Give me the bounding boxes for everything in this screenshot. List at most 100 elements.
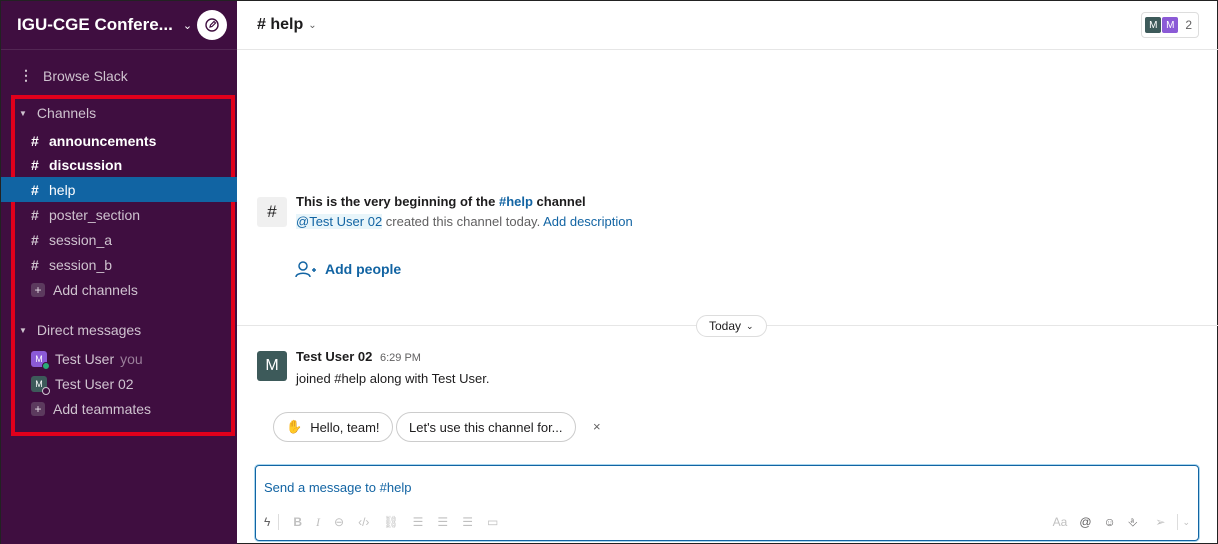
code-icon[interactable]: ‹/› bbox=[358, 515, 369, 529]
author-name[interactable]: Test User 02 bbox=[296, 349, 372, 364]
channel-label: announcements bbox=[49, 132, 157, 149]
bulleted-list-icon[interactable]: ☰ bbox=[437, 515, 448, 529]
message-composer[interactable]: Send a message to #help ϟ B I ⊖ ‹/› ⛓ ☰ … bbox=[255, 465, 1199, 541]
message-time[interactable]: 6:29 PM bbox=[380, 352, 421, 364]
workspace-header[interactable]: IGU-CGE Confere... ⌄ bbox=[1, 1, 237, 50]
channel-header: # help ⌄ M M 2 bbox=[237, 1, 1218, 50]
close-icon[interactable]: × bbox=[593, 419, 601, 434]
send-icon[interactable]: ➢ bbox=[1155, 515, 1165, 529]
sidebar: IGU-CGE Confere... ⌄ ⋮ Browse Slack ▼ Ch… bbox=[1, 1, 237, 544]
plus-icon: + bbox=[31, 401, 45, 416]
message-input[interactable]: Send a message to #help bbox=[264, 480, 411, 495]
avatar: M bbox=[31, 350, 50, 370]
channel-intro-title: This is the very beginning of the #help … bbox=[296, 194, 586, 209]
channels-header-label: Channels bbox=[36, 105, 97, 121]
intro-text: This is the very beginning of the bbox=[296, 194, 499, 209]
send-options-chevron-icon[interactable]: ⌄ bbox=[1182, 517, 1190, 528]
suggestion-label: Hello, team! bbox=[310, 419, 380, 435]
attachment-icon[interactable]: ⎀ bbox=[1128, 515, 1138, 530]
strikethrough-icon[interactable]: ⊖ bbox=[334, 515, 344, 529]
channel-hash-icon: # bbox=[257, 197, 287, 227]
workspace-name[interactable]: IGU-CGE Confere... bbox=[17, 15, 173, 35]
sidebar-item-discussion[interactable]: # discussion bbox=[15, 152, 237, 177]
link-icon[interactable]: ⛓ bbox=[383, 515, 398, 529]
channel-label: session_b bbox=[49, 256, 113, 273]
member-avatar: M bbox=[1145, 17, 1162, 33]
channel-label: poster_section bbox=[49, 206, 141, 223]
channel-label: help bbox=[49, 181, 76, 198]
browse-label: Browse Slack bbox=[43, 67, 128, 84]
composer-toolbar: ϟ B I ⊖ ‹/› ⛓ ☰ ☰ ☰ ▭ Aa @ ☺ ⎀ ➢ ⌄ bbox=[256, 510, 1198, 534]
format-toggle-button[interactable]: Aa bbox=[1053, 515, 1068, 529]
browse-slack[interactable]: ⋮ Browse Slack bbox=[19, 67, 128, 84]
date-divider-button[interactable]: Today ⌄ bbox=[696, 315, 767, 337]
away-status-icon bbox=[42, 386, 50, 395]
chevron-down-icon[interactable]: ⌄ bbox=[308, 20, 316, 31]
you-label: you bbox=[120, 350, 143, 367]
sidebar-item-session-b[interactable]: # session_b bbox=[15, 252, 237, 277]
sidebar-item-test-user[interactable]: M Test User you bbox=[15, 346, 237, 371]
caret-down-icon: ▼ bbox=[19, 325, 27, 335]
avatar: M bbox=[31, 375, 50, 395]
user-mention[interactable]: @Test User 02 bbox=[296, 214, 383, 229]
chevron-down-icon: ⌄ bbox=[746, 320, 754, 331]
avatar-initial: M bbox=[35, 353, 43, 364]
avatar-initial: M bbox=[35, 378, 43, 389]
hash-icon: # bbox=[31, 156, 39, 173]
composer-actions: Aa @ ☺ ⎀ ➢ ⌄ bbox=[1053, 514, 1190, 530]
code-block-icon[interactable]: ▭ bbox=[487, 515, 498, 529]
caret-down-icon: ▼ bbox=[19, 108, 27, 118]
intro-text: channel bbox=[532, 194, 586, 209]
toolbar-divider bbox=[278, 514, 280, 530]
date-label: Today bbox=[709, 319, 742, 333]
hash-icon: # bbox=[31, 181, 39, 198]
message-text: joined #help along with Test User. bbox=[296, 371, 490, 386]
channel-link[interactable]: #help bbox=[499, 194, 533, 209]
hash-icon: # bbox=[31, 256, 39, 273]
compose-button[interactable] bbox=[197, 10, 227, 40]
chevron-down-icon[interactable]: ⌄ bbox=[183, 19, 192, 32]
blockquote-icon[interactable]: ☰ bbox=[462, 515, 473, 529]
avatar[interactable]: M bbox=[257, 351, 287, 381]
plus-icon: + bbox=[31, 282, 45, 297]
members-button[interactable]: M M 2 bbox=[1141, 12, 1199, 38]
mention-icon[interactable]: @ bbox=[1079, 515, 1091, 529]
add-person-icon bbox=[295, 261, 316, 278]
hash-icon: # bbox=[31, 132, 39, 149]
sidebar-item-session-a[interactable]: # session_a bbox=[15, 227, 237, 252]
add-teammates-button[interactable]: + Add teammates bbox=[15, 396, 237, 421]
add-people-label: Add people bbox=[325, 261, 402, 277]
sidebar-item-poster-section[interactable]: # poster_section bbox=[15, 202, 237, 227]
online-status-icon bbox=[42, 361, 50, 370]
lightning-icon[interactable]: ϟ bbox=[264, 515, 270, 529]
suggestion-label: Let's use this channel for... bbox=[409, 419, 563, 435]
ordered-list-icon[interactable]: ☰ bbox=[413, 515, 424, 529]
suggestion-hello-button[interactable]: ✋ Hello, team! bbox=[273, 412, 393, 442]
member-count: 2 bbox=[1185, 18, 1192, 32]
sidebar-item-help[interactable]: # help bbox=[1, 177, 237, 202]
channel-label: session_a bbox=[49, 231, 113, 248]
add-channels-label: Add channels bbox=[53, 281, 138, 298]
channels-section-header[interactable]: ▼ Channels bbox=[19, 105, 96, 121]
add-description-link[interactable]: Add description bbox=[543, 214, 633, 229]
suggestion-use-channel-button[interactable]: Let's use this channel for... bbox=[396, 412, 576, 442]
dm-section-header[interactable]: ▼ Direct messages bbox=[19, 322, 141, 338]
sidebar-item-announcements[interactable]: # announcements bbox=[15, 128, 237, 153]
hash-icon: # bbox=[31, 231, 39, 248]
dm-header-label: Direct messages bbox=[36, 322, 142, 338]
more-vertical-icon: ⋮ bbox=[19, 67, 33, 83]
bold-icon[interactable]: B bbox=[293, 515, 302, 529]
add-people-button[interactable]: Add people bbox=[295, 260, 401, 278]
member-avatar: M bbox=[1162, 17, 1179, 33]
dm-label: Test User bbox=[55, 350, 115, 367]
toolbar-divider bbox=[1177, 514, 1179, 530]
sidebar-item-test-user-02[interactable]: M Test User 02 bbox=[15, 371, 237, 396]
message-author: Test User 02 6:29 PM bbox=[296, 349, 421, 364]
italic-icon[interactable]: I bbox=[316, 515, 320, 530]
main-panel: # help ⌄ M M 2 # This is the very beginn… bbox=[237, 1, 1218, 544]
channel-title[interactable]: # help bbox=[257, 16, 303, 34]
edit-icon bbox=[205, 18, 219, 32]
emoji-icon[interactable]: ☺ bbox=[1104, 515, 1116, 529]
add-teammates-label: Add teammates bbox=[53, 400, 152, 417]
add-channels-button[interactable]: + Add channels bbox=[15, 277, 237, 302]
